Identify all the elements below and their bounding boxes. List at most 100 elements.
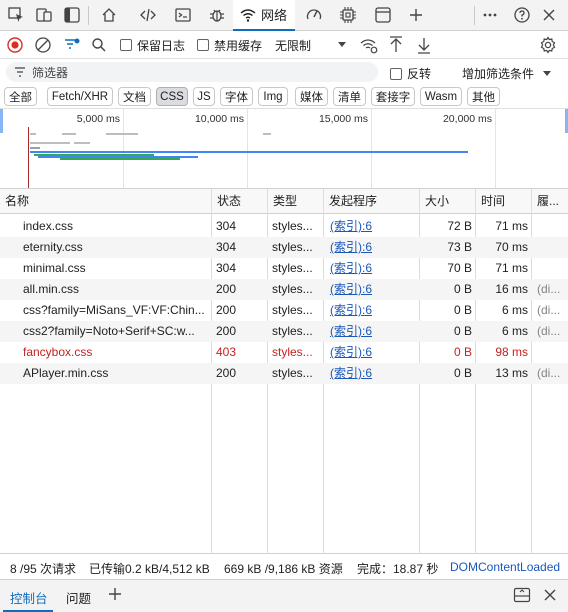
- column-header-size[interactable]: 大小: [420, 189, 475, 214]
- table-row[interactable]: all.min.css 200 styles... (索引):6 0 B 16 ms (di…: [0, 279, 568, 300]
- type-chip-socket[interactable]: 套接字: [371, 87, 415, 106]
- table-row[interactable]: css2?family=Noto+Serif+SC:w... 200 styles.…: [0, 321, 568, 342]
- type-chip-css[interactable]: CSS: [156, 87, 188, 106]
- table-row[interactable]: css?family=MiSans_VF:VF:Chin... 200 styles…: [0, 300, 568, 321]
- dock-drawer-button[interactable]: [513, 587, 531, 606]
- network-settings-button[interactable]: [539, 35, 557, 55]
- help-icon[interactable]: [511, 4, 533, 26]
- cell-initiator[interactable]: (索引):6: [330, 363, 418, 384]
- performance-gauge-icon[interactable]: [303, 4, 325, 26]
- cell-time: 6 ms: [501, 303, 528, 317]
- memory-chip-icon[interactable]: [337, 4, 359, 26]
- cell-type: styles...: [272, 324, 313, 338]
- cell-status: 304: [216, 240, 237, 254]
- overview-tick-label: 20,000 ms: [442, 113, 492, 125]
- tab-issues[interactable]: 问题: [66, 588, 91, 607]
- tab-console[interactable]: 控制台: [10, 588, 48, 607]
- import-har-button[interactable]: [388, 35, 404, 55]
- finish-time: 完成：18.87 秒: [357, 562, 439, 576]
- type-chip-doc[interactable]: 文档: [118, 87, 151, 106]
- table-row[interactable]: minimal.css 304 styles... (索引):6 70 B 71 ms: [0, 258, 568, 279]
- preserve-log-checkbox[interactable]: 保留日志: [120, 35, 185, 55]
- search-button[interactable]: [91, 35, 107, 55]
- device-emulation-icon[interactable]: [33, 4, 55, 26]
- disable-cache-box[interactable]: [197, 39, 209, 51]
- type-chip-wasm[interactable]: Wasm: [420, 87, 462, 106]
- filter-toggle-button[interactable]: [63, 35, 81, 55]
- cell-initiator[interactable]: (索引):6: [330, 342, 418, 363]
- more-filters-dropdown[interactable]: 增加筛选条件: [462, 65, 552, 82]
- clear-icon: [35, 37, 51, 53]
- close-drawer-button[interactable]: [542, 587, 558, 606]
- more-options-icon[interactable]: [479, 4, 501, 26]
- application-window-icon[interactable]: [372, 4, 394, 26]
- table-row[interactable]: APlayer.min.css 200 styles... (索引):6 0 B 13 m…: [0, 363, 568, 384]
- overview-bar: [60, 158, 180, 160]
- type-chip-other[interactable]: 其他: [467, 87, 500, 106]
- column-header-name[interactable]: 名称: [0, 189, 211, 214]
- preserve-log-box[interactable]: [120, 39, 132, 51]
- overview-bar: [30, 147, 40, 149]
- close-icon: [544, 589, 556, 601]
- type-chip-fetch-xhr[interactable]: Fetch/XHR: [47, 87, 113, 106]
- cell-type: styles...: [272, 366, 313, 380]
- dock-side-icon[interactable]: [61, 4, 83, 26]
- column-header-type[interactable]: 类型: [268, 189, 323, 214]
- cell-type: styles...: [272, 261, 313, 275]
- cell-size: 70 B: [447, 261, 472, 275]
- network-overview[interactable]: 5,000 ms 10,000 ms 15,000 ms 20,000 ms: [0, 109, 568, 189]
- filter-input[interactable]: 筛选器: [6, 62, 378, 82]
- cell-initiator[interactable]: (索引):6: [330, 216, 418, 237]
- disable-cache-checkbox[interactable]: 禁用缓存: [197, 35, 262, 55]
- table-row[interactable]: index.css 304 styles... (索引):6 72 B 71 ms: [0, 216, 568, 237]
- cell-size: 0 B: [453, 345, 472, 359]
- throttling-select[interactable]: 无限制: [275, 35, 347, 55]
- add-drawer-tab-button[interactable]: [107, 586, 123, 605]
- table-row[interactable]: fancybox.css 403 styles... (索引):6 0 B 98 ms: [0, 342, 568, 363]
- type-chip-manifest[interactable]: 清单: [333, 87, 366, 106]
- transferred-size: 已传输0.2 kB/4,512 kB: [89, 562, 210, 576]
- type-chip-js[interactable]: JS: [193, 87, 215, 106]
- type-chip-all[interactable]: 全部: [4, 87, 37, 106]
- more-tools-plus-icon[interactable]: [405, 4, 427, 26]
- inspect-element-icon[interactable]: [5, 4, 27, 26]
- column-header-status[interactable]: 状态: [212, 189, 267, 214]
- sources-bug-icon[interactable]: [206, 4, 228, 26]
- search-icon: [92, 38, 106, 52]
- network-conditions-button[interactable]: [359, 35, 379, 55]
- cell-time: 71 ms: [495, 219, 528, 233]
- column-header-initiator[interactable]: 发起程序: [324, 189, 419, 214]
- table-row[interactable]: eternity.css 304 styles... (索引):6 73 B 70 ms: [0, 237, 568, 258]
- cell-initiator[interactable]: (索引):6: [330, 258, 418, 279]
- tab-network[interactable]: 网络: [233, 0, 295, 31]
- elements-code-icon[interactable]: [137, 4, 159, 26]
- cell-status: 200: [216, 303, 237, 317]
- cell-status: 304: [216, 219, 237, 233]
- welcome-home-icon[interactable]: [98, 4, 120, 26]
- cell-initiator[interactable]: (索引):6: [330, 279, 418, 300]
- cell-initiator[interactable]: (索引):6: [330, 321, 418, 342]
- clear-button[interactable]: [34, 35, 52, 55]
- preserve-log-label: 保留日志: [137, 38, 186, 53]
- cell-initiator[interactable]: (索引):6: [330, 237, 418, 258]
- record-button[interactable]: [6, 35, 24, 55]
- cell-initiator[interactable]: (索引):6: [330, 300, 418, 321]
- type-chip-img[interactable]: Img: [258, 87, 288, 106]
- type-chip-media[interactable]: 媒体: [295, 87, 328, 106]
- close-icon[interactable]: [538, 4, 560, 26]
- cell-size: 73 B: [447, 240, 472, 254]
- cell-extra: [537, 237, 567, 258]
- cell-time: 16 ms: [495, 282, 528, 296]
- invert-box[interactable]: [390, 67, 402, 80]
- console-icon[interactable]: [172, 4, 194, 26]
- type-chip-font[interactable]: 字体: [220, 87, 253, 106]
- invert-checkbox[interactable]: 反转: [390, 65, 431, 82]
- column-header-fulfilled[interactable]: 履...: [532, 189, 568, 214]
- filter-bar: 筛选器 反转 增加筛选条件: [0, 59, 568, 85]
- export-har-button[interactable]: [416, 35, 432, 55]
- chevron-down-icon: [338, 42, 347, 47]
- cell-status: 403: [216, 345, 237, 359]
- column-header-time[interactable]: 时间: [476, 189, 531, 214]
- cell-name: all.min.css: [23, 282, 80, 296]
- overview-left-handle[interactable]: [0, 109, 3, 133]
